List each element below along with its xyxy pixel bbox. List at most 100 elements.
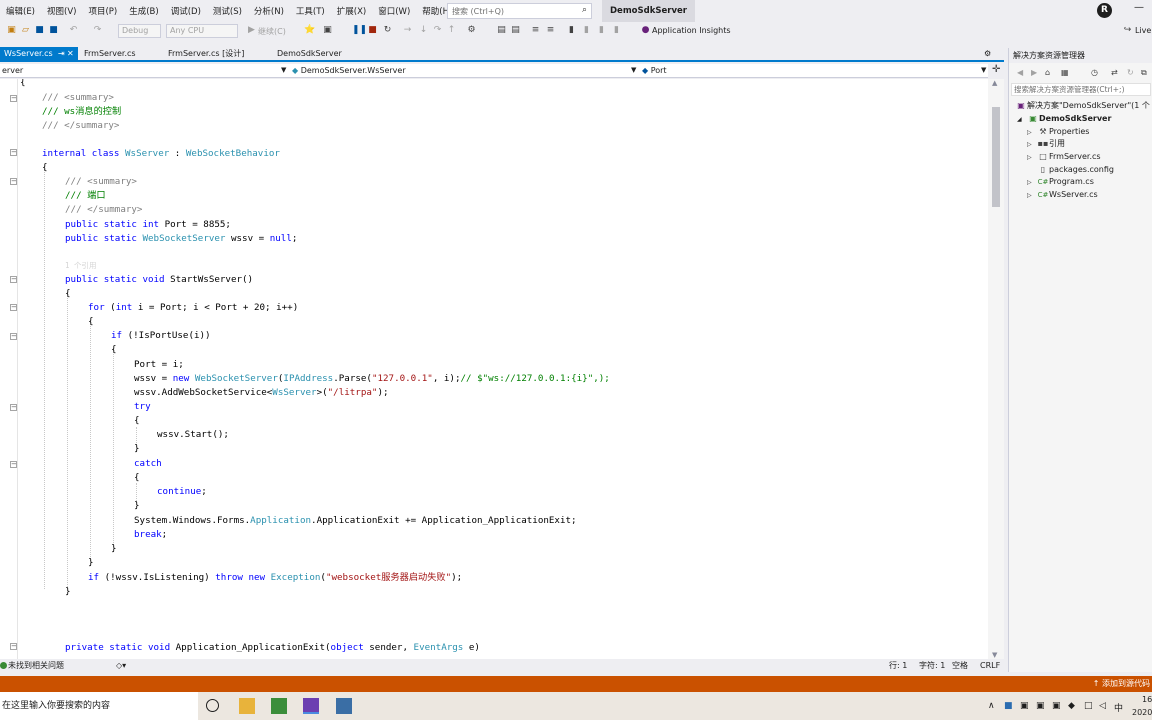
- save-all-icon[interactable]: ■: [48, 25, 59, 36]
- tree-item-solution[interactable]: ▣ 解决方案"DemoSdkServer"(1 个: [1015, 100, 1150, 112]
- add-to-source-control-button[interactable]: ↑ 添加到源代码: [1093, 676, 1152, 692]
- scroll-down-icon[interactable]: ▼: [992, 651, 997, 659]
- clock-date[interactable]: 2020: [1132, 708, 1152, 717]
- hot-reload-icon[interactable]: ⭐: [304, 25, 315, 36]
- ime-indicator[interactable]: 中: [1114, 701, 1123, 714]
- format-icon[interactable]: ▤: [496, 25, 507, 36]
- step-into-icon[interactable]: ↓: [418, 25, 429, 36]
- menu-extensions[interactable]: 扩展(X): [331, 5, 372, 17]
- step-out-icon[interactable]: ↑: [446, 25, 457, 36]
- menu-edit[interactable]: 编辑(E): [0, 5, 41, 17]
- tab-project[interactable]: DemoSdkServer: [273, 47, 369, 60]
- chevron-down-icon[interactable]: ▼: [281, 64, 286, 77]
- bookmark-clear-icon[interactable]: ▮: [611, 25, 622, 36]
- fold-toggle[interactable]: −: [10, 95, 17, 102]
- screenshot-icon[interactable]: ▣: [322, 25, 333, 36]
- configuration-select[interactable]: Debug: [118, 24, 161, 38]
- close-icon[interactable]: ✕: [67, 47, 74, 60]
- forward-icon[interactable]: ▶: [1031, 68, 1037, 77]
- stop-icon[interactable]: ■: [367, 25, 378, 36]
- bookmark-prev-icon[interactable]: ▮: [581, 25, 592, 36]
- format-icon-2[interactable]: ▤: [510, 25, 521, 36]
- tree-item-project[interactable]: ◢ ▣ DemoSdkServer: [1017, 113, 1111, 125]
- collapsed-arrow-icon[interactable]: ▷: [1027, 177, 1037, 189]
- minimize-button[interactable]: —: [1134, 2, 1144, 13]
- fold-toggle[interactable]: −: [10, 643, 17, 650]
- taskbar-search-input[interactable]: 在这里输入你要搜索的内容: [0, 692, 198, 720]
- chevron-up-icon[interactable]: ∧: [988, 701, 995, 711]
- codelens-references[interactable]: 1 个引用: [65, 261, 97, 270]
- file-explorer-icon[interactable]: [239, 698, 255, 714]
- tab-list-dropdown-icon[interactable]: ⚙: [984, 47, 991, 60]
- volume-icon[interactable]: ◁: [1099, 701, 1106, 711]
- new-project-icon[interactable]: ▣: [6, 25, 17, 36]
- scroll-up-icon[interactable]: ▲: [992, 79, 997, 87]
- issues-indicator[interactable]: 未找到相关问题: [8, 659, 64, 672]
- live-share-button[interactable]: Live: [1135, 26, 1151, 35]
- fold-toggle[interactable]: −: [10, 276, 17, 283]
- tree-item-frmserver[interactable]: ▷ □ FrmServer.cs: [1027, 151, 1101, 163]
- platform-select[interactable]: Any CPU: [166, 24, 238, 38]
- menu-test[interactable]: 测试(S): [207, 5, 248, 17]
- menu-view[interactable]: 视图(V): [41, 5, 82, 17]
- tab-frmserver[interactable]: FrmServer.cs: [80, 47, 164, 60]
- scrollbar-thumb[interactable]: [992, 107, 1000, 207]
- class-dropdown[interactable]: ◆ DemoSdkServer.WsServer: [292, 64, 637, 77]
- undo-icon[interactable]: ↶: [68, 25, 79, 36]
- tree-item-properties[interactable]: ▷ ⚒ Properties: [1027, 126, 1089, 138]
- pin-icon[interactable]: ⇥: [58, 47, 65, 60]
- refresh-icon[interactable]: ↻: [1127, 68, 1134, 77]
- pending-changes-icon[interactable]: ◷: [1091, 68, 1098, 77]
- fold-toggle[interactable]: −: [10, 149, 17, 156]
- shield-icon[interactable]: ◆: [1068, 701, 1075, 711]
- vertical-scrollbar[interactable]: ▲ ▼: [988, 79, 1004, 659]
- tray-app-icon-2[interactable]: ▣: [1020, 701, 1029, 711]
- menu-tools[interactable]: 工具(T): [290, 5, 331, 17]
- expanded-arrow-icon[interactable]: ◢: [1017, 114, 1027, 126]
- git-actions-icon[interactable]: ◇▾: [116, 659, 126, 672]
- clock-time[interactable]: 16: [1142, 695, 1152, 704]
- project-dropdown[interactable]: erver: [2, 64, 287, 77]
- tray-app-icon-4[interactable]: ▣: [1052, 701, 1061, 711]
- fold-toggle[interactable]: −: [10, 178, 17, 185]
- menu-window[interactable]: 窗口(W): [372, 5, 416, 17]
- network-icon[interactable]: □: [1084, 701, 1093, 711]
- fold-toggle[interactable]: −: [10, 404, 17, 411]
- diagnostics-icon[interactable]: ⚙: [466, 25, 477, 36]
- step-next-icon[interactable]: →: [402, 25, 413, 36]
- member-dropdown[interactable]: ◆ Port: [642, 64, 987, 77]
- tree-item-program[interactable]: ▷ C#Program.cs: [1027, 176, 1094, 188]
- tree-item-references[interactable]: ▷ ▪▪引用: [1027, 138, 1065, 150]
- fold-toggle[interactable]: −: [10, 304, 17, 311]
- menu-build[interactable]: 生成(B): [123, 5, 164, 17]
- play-icon[interactable]: ▶: [246, 25, 257, 36]
- tray-app-icon-3[interactable]: ▣: [1036, 701, 1045, 711]
- tab-frmserver-designer[interactable]: FrmServer.cs [设计]: [164, 47, 272, 60]
- comment-icon[interactable]: ≡: [530, 25, 541, 36]
- fold-toggle[interactable]: −: [10, 461, 17, 468]
- bookmark-next-icon[interactable]: ▮: [596, 25, 607, 36]
- tree-item-wsserver[interactable]: ▷ C#WsServer.cs: [1027, 189, 1098, 201]
- cortana-icon[interactable]: [206, 699, 219, 712]
- solution-search-input[interactable]: 搜索解决方案资源管理器(Ctrl+;): [1011, 83, 1151, 96]
- menu-debug[interactable]: 调试(D): [165, 5, 207, 17]
- collapsed-arrow-icon[interactable]: ▷: [1027, 139, 1037, 151]
- line-ending[interactable]: CRLF: [980, 659, 1000, 672]
- notepad-icon[interactable]: [271, 698, 287, 714]
- menu-project[interactable]: 项目(P): [82, 5, 123, 17]
- split-editor-icon[interactable]: ✛: [992, 64, 1000, 75]
- switch-view-icon[interactable]: ▦: [1061, 68, 1069, 77]
- redo-icon[interactable]: ↷: [92, 25, 103, 36]
- menu-analyze[interactable]: 分析(N): [248, 5, 290, 17]
- pause-icon[interactable]: ❚❚: [352, 25, 367, 36]
- sync-icon[interactable]: ⇄: [1111, 68, 1118, 77]
- application-insights-button[interactable]: Application Insights: [652, 26, 731, 35]
- code-editor[interactable]: − − − − − − − − − { /// <summary> /// ws…: [0, 79, 988, 659]
- app-icon[interactable]: [336, 698, 352, 714]
- home-icon[interactable]: ⌂: [1045, 68, 1050, 77]
- whitespace-mode[interactable]: 空格: [952, 659, 968, 672]
- step-over-icon[interactable]: ↷: [432, 25, 443, 36]
- chevron-down-icon[interactable]: ▼: [631, 64, 636, 77]
- collapse-all-icon[interactable]: ⧉: [1141, 68, 1147, 78]
- tray-app-icon[interactable]: ■: [1004, 701, 1013, 711]
